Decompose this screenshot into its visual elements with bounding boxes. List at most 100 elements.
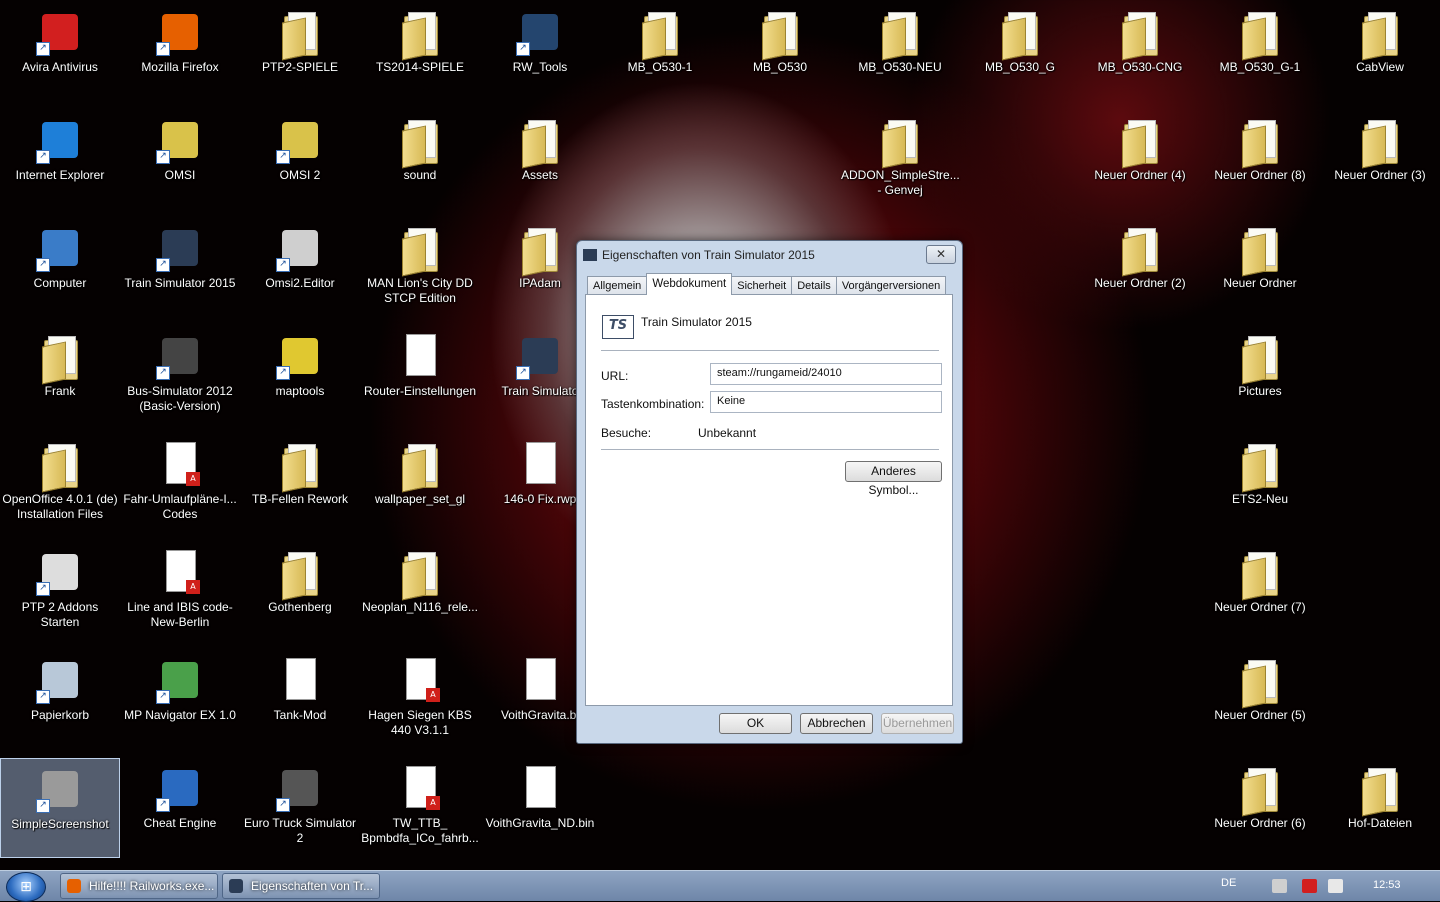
desktop-icon-label: Euro Truck Simulator 2 [243, 816, 357, 845]
desktop-icon[interactable]: ↗ Papierkorb [0, 650, 120, 750]
desktop-icon[interactable]: Tank-Mod [240, 650, 360, 750]
folder-icon [36, 440, 84, 493]
folder-icon [396, 224, 444, 277]
tab-sicherheit[interactable]: Sicherheit [731, 276, 793, 295]
desktop-icon[interactable]: Router-Einstellungen [360, 326, 480, 426]
desktop-icon[interactable]: ↗ SimpleScreenshot [0, 758, 120, 858]
desktop-icon[interactable]: ↗ MP Navigator EX 1.0 [120, 650, 240, 750]
start-button[interactable]: ⊞ [6, 872, 46, 902]
desktop-icon[interactable]: Gothenberg [240, 542, 360, 642]
desktop-icon[interactable]: ↗ PTP 2 Addons Starten [0, 542, 120, 642]
desktop-icon[interactable]: CabView [1320, 2, 1440, 102]
desktop-icon[interactable]: VoithGravita_ND.bin [480, 758, 600, 858]
pdf-icon: A [156, 440, 204, 488]
desktop-icon[interactable]: A Hagen Siegen KBS 440 V3.1.1 [360, 650, 480, 750]
cheat-engine-icon: ↗ [156, 764, 204, 812]
folder-icon [1116, 224, 1164, 277]
desktop-icon-label: VoithGravita_ND.bin [485, 816, 595, 830]
desktop-icon[interactable]: ETS2-Neu [1200, 434, 1320, 534]
avira-icon: ↗ [36, 8, 84, 56]
desktop-icon[interactable]: ↗ OMSI [120, 110, 240, 210]
desktop-icon[interactable]: A TW_TTB_ Bpmbdfa_ICo_fahrb... [360, 758, 480, 858]
desktop-icon[interactable]: Neuer Ordner [1200, 218, 1320, 318]
desktop-icon[interactable]: ↗ Avira Antivirus [0, 2, 120, 102]
desktop-icon[interactable]: Frank [0, 326, 120, 426]
change-icon-button[interactable]: Anderes Symbol... [845, 461, 942, 497]
desktop-icon[interactable]: Neoplan_N116_rele... [360, 542, 480, 642]
desktop-icon[interactable]: wallpaper_set_gl [360, 434, 480, 534]
desktop-icon[interactable]: ↗ Computer [0, 218, 120, 318]
desktop-icon[interactable]: Hof-Dateien [1320, 758, 1440, 858]
folder-icon [396, 548, 444, 601]
desktop-icon[interactable]: Neuer Ordner (8) [1200, 110, 1320, 210]
folder-icon [276, 548, 324, 601]
desktop-icon[interactable]: MB_O530-NEU [840, 2, 960, 102]
folder-icon [1236, 332, 1284, 385]
volume-icon[interactable] [1328, 879, 1343, 893]
desktop-icon[interactable]: ↗ Bus-Simulator 2012 (Basic-Version) [120, 326, 240, 426]
ok-button[interactable]: OK [719, 713, 792, 734]
folder-icon [1236, 116, 1284, 169]
desktop-icon[interactable]: ↗ Internet Explorer [0, 110, 120, 210]
pdf-icon: A [396, 764, 444, 812]
folder-icon [276, 8, 324, 61]
desktop-icon[interactable]: Neuer Ordner (6) [1200, 758, 1320, 858]
desktop-icon[interactable]: Neuer Ordner (7) [1200, 542, 1320, 642]
desktop-icon[interactable]: MB_O530_G-1 [1200, 2, 1320, 102]
tab-vorgaengerversionen[interactable]: Vorgängerversionen [835, 276, 947, 295]
desktop-icon[interactable]: Neuer Ordner (3) [1320, 110, 1440, 210]
desktop-icon-label: Hof-Dateien [1347, 816, 1413, 830]
desktop-icon[interactable]: MB_O530-1 [600, 2, 720, 102]
language-indicator[interactable]: DE [1221, 877, 1236, 889]
desktop-icon[interactable]: ↗ Train Simulator 2015 [120, 218, 240, 318]
desktop-icon[interactable]: ADDON_SimpleStre... - Genvej [840, 110, 960, 210]
close-button[interactable]: ✕ [926, 245, 956, 264]
desktop-icon-label: Neuer Ordner (8) [1214, 168, 1306, 182]
desktop-icon[interactable]: ↗ Omsi2.Editor [240, 218, 360, 318]
hotkey-field[interactable]: Keine [710, 391, 942, 413]
desktop-icon[interactable]: ↗ Euro Truck Simulator 2 [240, 758, 360, 858]
desktop-icon[interactable]: PTP2-SPIELE [240, 2, 360, 102]
desktop-icon[interactable]: OpenOffice 4.0.1 (de) Installation Files [0, 434, 120, 534]
train-icon: ↗ [36, 548, 84, 596]
desktop-icon[interactable]: ↗ maptools [240, 326, 360, 426]
desktop-icon[interactable]: ↗ RW_Tools [480, 2, 600, 102]
desktop-icon[interactable]: Pictures [1200, 326, 1320, 426]
apply-button[interactable]: Übernehmen [881, 713, 954, 734]
desktop-icon[interactable]: A Line and IBIS code-New-Berlin [120, 542, 240, 642]
desktop-icon[interactable]: ↗ OMSI 2 [240, 110, 360, 210]
tab-webdokument[interactable]: Webdokument [646, 273, 733, 295]
desktop-icon[interactable]: A Fahr-Umlaufpläne-I... Codes [120, 434, 240, 534]
clock[interactable]: 12:53 [1373, 879, 1401, 891]
desktop-icon[interactable]: MB_O530-CNG [1080, 2, 1200, 102]
desktop-icon[interactable]: MAN Lion's City DD STCP Edition [360, 218, 480, 318]
ts-icon: ↗ [156, 224, 204, 272]
avira-tray-icon[interactable] [1302, 879, 1317, 893]
desktop-icon[interactable]: MB_O530_G [960, 2, 1080, 102]
desktop-icon-label: Mozilla Firefox [141, 60, 219, 74]
desktop-icon[interactable]: Neuer Ordner (5) [1200, 650, 1320, 750]
wheel-icon: ↗ [156, 332, 204, 380]
desktop-icon[interactable]: MB_O530 [720, 2, 840, 102]
properties-icon [583, 249, 597, 261]
tab-allgemein[interactable]: Allgemein [587, 276, 648, 295]
desktop-icon[interactable]: Neuer Ordner (2) [1080, 218, 1200, 318]
desktop-icon[interactable]: Assets [480, 110, 600, 210]
url-field[interactable]: steam://rungameid/24010 [710, 363, 942, 385]
program-name: Train Simulator 2015 [641, 315, 752, 329]
taskbar-item-properties[interactable]: Eigenschaften von Tr... [222, 873, 380, 899]
desktop-icon-label: PTP2-SPIELE [261, 60, 339, 74]
desktop-icon[interactable]: sound [360, 110, 480, 210]
bus-icon: ↗ [276, 116, 324, 164]
taskbar-item-firefox[interactable]: Hilfe!!!! Railworks.exe... [60, 873, 218, 899]
tab-details[interactable]: Details [791, 276, 837, 295]
desktop-icon[interactable]: TS2014-SPIELE [360, 2, 480, 102]
desktop-icon[interactable]: ↗ Mozilla Firefox [120, 2, 240, 102]
desktop-icon[interactable]: Neuer Ordner (4) [1080, 110, 1200, 210]
desktop-icon[interactable]: TB-Fellen Rework [240, 434, 360, 534]
dialog-titlebar[interactable]: Eigenschaften von Train Simulator 2015 ✕ [577, 241, 962, 269]
camera-icon: ↗ [36, 765, 84, 813]
desktop-icon[interactable]: ↗ Cheat Engine [120, 758, 240, 858]
cancel-button[interactable]: Abbrechen [800, 713, 873, 734]
camera-tray-icon[interactable] [1272, 879, 1287, 893]
